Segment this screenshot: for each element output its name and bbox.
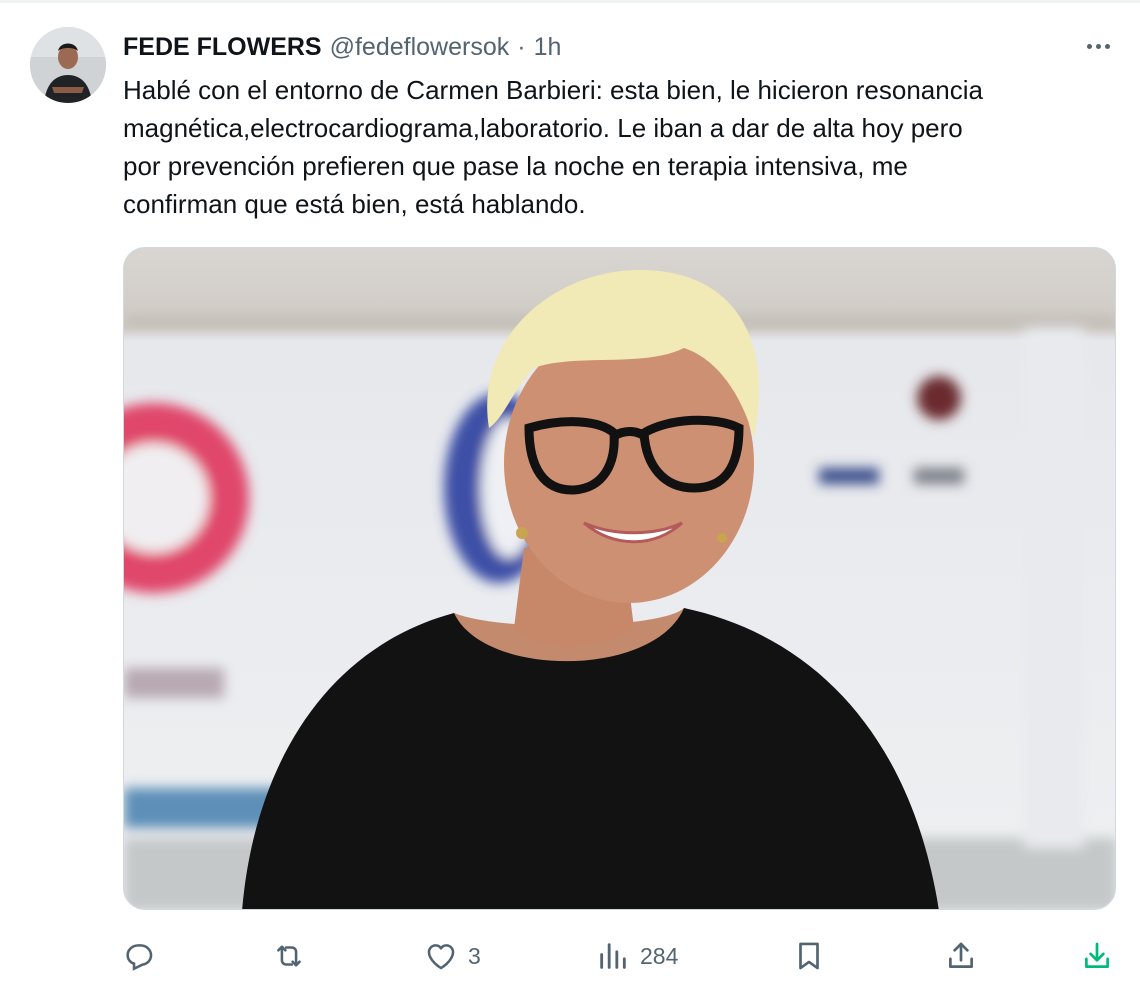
tweet-timestamp[interactable]: 1h: [534, 33, 562, 62]
like-button[interactable]: 3: [424, 930, 481, 982]
tweet-text: Hablé con el entorno de Carmen Barbieri:…: [123, 71, 1113, 223]
like-count: 3: [468, 942, 481, 969]
download-icon: [1085, 942, 1109, 968]
heart-icon: [427, 944, 455, 970]
reply-button[interactable]: [122, 930, 166, 982]
separator-dot: ·: [517, 32, 526, 61]
author-name[interactable]: FEDE FLOWERS: [123, 33, 322, 62]
tweet-photo[interactable]: [123, 247, 1116, 910]
retweet-button[interactable]: [272, 930, 316, 982]
author-avatar[interactable]: [30, 27, 106, 103]
tweet-text-line: magnética,electrocardiograma,laboratorio…: [123, 113, 963, 143]
tweet-text-line: Hablé con el entorno de Carmen Barbieri:…: [123, 75, 983, 105]
tweet-actions-bar: 3 284: [0, 930, 1140, 982]
retweet-icon: [277, 945, 301, 967]
share-button[interactable]: [944, 930, 978, 982]
download-button[interactable]: [1080, 930, 1114, 982]
bookmark-button[interactable]: [792, 930, 826, 982]
tweet-text-line: confirman que está bien, está hablando.: [123, 189, 586, 219]
views-chart-icon: [600, 943, 626, 969]
tweet-text-line: por prevención prefieren que pase la noc…: [123, 151, 908, 181]
views-count: 284: [640, 942, 679, 969]
bookmark-icon: [799, 942, 819, 970]
share-icon: [949, 942, 973, 968]
more-options-icon[interactable]: [1080, 34, 1116, 58]
avatar-photo: [30, 27, 106, 103]
photo-woman-glasses: [124, 248, 1115, 909]
author-handle[interactable]: @fedeflowersok: [330, 33, 510, 62]
top-divider: [0, 0, 1140, 3]
views-button[interactable]: 284: [596, 930, 678, 982]
reply-icon: [126, 944, 153, 971]
tweet-header: FEDE FLOWERS @fedeflowersok · 1h: [123, 30, 561, 64]
